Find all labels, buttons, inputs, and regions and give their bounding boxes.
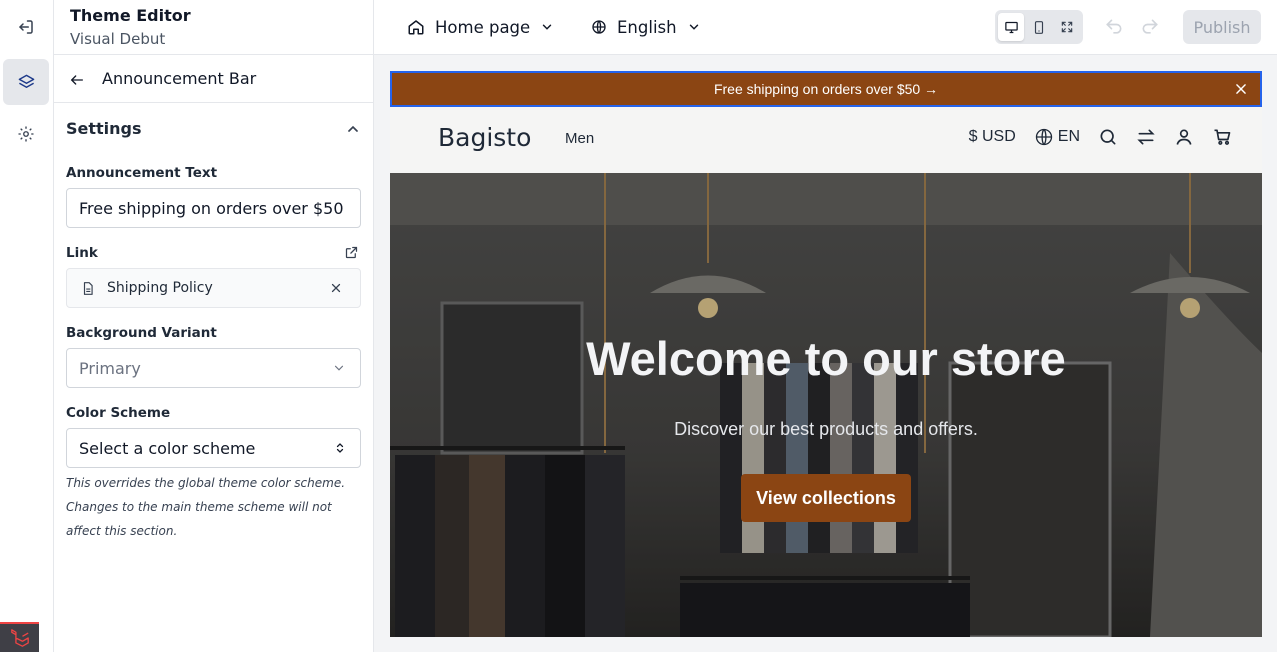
back-button[interactable] bbox=[66, 69, 88, 91]
mobile-icon bbox=[1034, 20, 1044, 34]
theme-settings-button[interactable] bbox=[3, 111, 49, 157]
close-icon[interactable] bbox=[1234, 82, 1248, 96]
layers-icon bbox=[18, 74, 34, 88]
close-icon[interactable] bbox=[330, 282, 342, 294]
fullscreen-button[interactable] bbox=[1054, 13, 1080, 41]
storefront-preview: Free shipping on orders over $50 → Bagis… bbox=[390, 71, 1262, 637]
redo-button[interactable] bbox=[1140, 17, 1160, 42]
search-icon[interactable] bbox=[1098, 127, 1118, 147]
chevron-up-down-icon bbox=[336, 443, 344, 453]
fullscreen-icon bbox=[1061, 21, 1073, 33]
desktop-icon bbox=[1004, 21, 1018, 33]
section-settings-panel: Announcement Bar Settings Announcement T… bbox=[54, 55, 373, 652]
device-toggle-group bbox=[995, 10, 1083, 44]
color-scheme-select[interactable]: Select a color scheme bbox=[66, 428, 361, 468]
currency-switcher[interactable]: $ USD bbox=[969, 128, 1016, 146]
color-scheme-placeholder: Select a color scheme bbox=[79, 438, 256, 458]
home-icon bbox=[408, 20, 424, 35]
announcement-bar[interactable]: Free shipping on orders over $50 → bbox=[390, 71, 1262, 107]
arrow-left-icon bbox=[70, 75, 83, 85]
mobile-view-button[interactable] bbox=[1026, 13, 1052, 41]
chevron-down-icon bbox=[689, 24, 698, 30]
open-link-button[interactable] bbox=[344, 245, 359, 265]
page-select[interactable]: Home page bbox=[407, 14, 554, 40]
sections-button[interactable] bbox=[3, 59, 49, 105]
hero-banner: Welcome to our store Discover our best p… bbox=[390, 173, 1262, 637]
chevron-up-icon bbox=[348, 125, 358, 132]
globe-icon bbox=[592, 20, 606, 34]
external-link-icon bbox=[345, 246, 358, 259]
hero-subtitle: Discover our best products and offers. bbox=[674, 419, 978, 439]
redo-icon bbox=[1142, 19, 1158, 34]
hero-background-image bbox=[390, 173, 1262, 637]
currency-label: $ USD bbox=[968, 128, 1016, 145]
nav-link-men[interactable]: Men bbox=[565, 130, 594, 147]
settings-heading: Settings bbox=[66, 119, 142, 138]
desktop-view-button[interactable] bbox=[998, 13, 1024, 41]
theme-name: Visual Debut bbox=[70, 30, 166, 48]
panel-header: Announcement Bar bbox=[54, 55, 373, 103]
store-header: Bagisto Men $ USD EN bbox=[390, 107, 1262, 173]
exit-icon bbox=[19, 20, 33, 34]
publish-button[interactable]: Publish bbox=[1183, 10, 1261, 44]
compare-icon[interactable] bbox=[1136, 127, 1156, 147]
store-logo[interactable]: Bagisto bbox=[438, 123, 531, 152]
link-label: Link bbox=[66, 245, 98, 261]
globe-icon bbox=[1035, 128, 1052, 146]
gear-icon bbox=[18, 126, 34, 142]
settings-accordion-toggle[interactable]: Settings bbox=[66, 119, 361, 141]
chevron-down-icon bbox=[542, 24, 552, 30]
language-select[interactable]: English bbox=[591, 14, 701, 40]
background-variant-label: Background Variant bbox=[66, 325, 217, 341]
panel-title: Announcement Bar bbox=[102, 69, 257, 88]
cart-icon[interactable] bbox=[1212, 127, 1232, 147]
link-value: Shipping Policy bbox=[107, 280, 213, 296]
locale-switcher[interactable]: EN bbox=[1034, 127, 1080, 147]
undo-icon bbox=[1106, 19, 1122, 34]
color-scheme-label: Color Scheme bbox=[66, 405, 171, 421]
exit-editor-button[interactable] bbox=[3, 4, 49, 50]
background-variant-select[interactable]: Primary bbox=[66, 348, 361, 388]
chevron-down-icon bbox=[334, 365, 344, 371]
page-select-label: Home page bbox=[435, 17, 531, 37]
view-collections-button[interactable]: View collections bbox=[741, 474, 911, 522]
laravel-logo-icon bbox=[10, 629, 29, 647]
theme-editor-app: Theme Editor Visual Debut Home page Engl… bbox=[0, 0, 1277, 652]
announcement-text: Free shipping on orders over $50 → bbox=[713, 81, 939, 97]
user-icon[interactable] bbox=[1174, 127, 1194, 147]
background-variant-value: Primary bbox=[79, 358, 141, 378]
left-rail bbox=[0, 0, 54, 652]
announcement-text-label: Announcement Text bbox=[66, 165, 218, 181]
language-select-label: English bbox=[617, 17, 677, 37]
color-scheme-help: This overrides the global theme color sc… bbox=[66, 476, 346, 538]
header-actions: $ USD EN bbox=[969, 127, 1232, 147]
hero-title: Welcome to our store bbox=[586, 332, 1066, 385]
editor-title: Theme Editor bbox=[70, 6, 191, 25]
link-field[interactable]: Shipping Policy bbox=[66, 268, 361, 308]
undo-button[interactable] bbox=[1104, 17, 1124, 42]
document-icon bbox=[83, 281, 93, 295]
locale-label: EN bbox=[1057, 128, 1080, 145]
laravel-debugbar-badge[interactable] bbox=[0, 622, 39, 652]
announcement-text-input[interactable]: Free shipping on orders over $50 bbox=[66, 188, 361, 228]
